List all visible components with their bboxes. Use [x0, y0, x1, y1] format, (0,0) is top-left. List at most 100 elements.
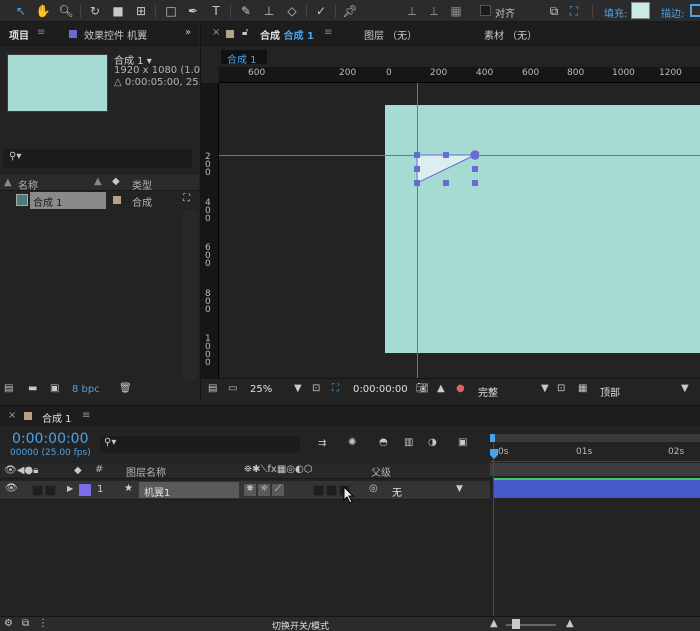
draft-3d-icon[interactable]: ✺ — [348, 437, 356, 448]
motion-blur-switch[interactable] — [313, 485, 324, 496]
in-out-pane-icon[interactable]: ⋮ — [38, 618, 48, 629]
layer-duration-bar[interactable] — [494, 478, 700, 498]
axis-view-icon[interactable]: ▦ — [448, 3, 464, 19]
show-snapshot-icon[interactable]: ▲ — [437, 383, 445, 394]
timeline-current-time[interactable]: 0:00:00:00 — [12, 431, 89, 447]
panel-menu-icon[interactable]: ≡ — [37, 27, 45, 38]
project-item-row[interactable]: 合成 1 合成 ⛶ — [0, 192, 199, 209]
col-type[interactable]: 类型 — [132, 177, 152, 192]
eraser-tool-icon[interactable]: ◇ — [284, 3, 300, 19]
time-graph[interactable]: 0s 01s 02s — [490, 431, 700, 631]
shy-layers-icon[interactable]: ◓ — [379, 437, 388, 448]
selection-tool-icon[interactable]: ↖ — [13, 3, 29, 19]
quality-switch-icon[interactable]: ⟋ — [272, 484, 284, 496]
parent-dropdown-arrow-icon[interactable]: ▼ — [456, 484, 463, 494]
toggle-switches-modes-button[interactable]: 切换开关/模式 — [272, 619, 329, 631]
time-navigator[interactable] — [490, 434, 700, 442]
time-ruler[interactable]: 0s 01s 02s — [490, 445, 700, 462]
layer-label-color[interactable] — [79, 484, 91, 496]
always-preview-icon[interactable]: ▤ — [208, 383, 217, 394]
graph-editor-icon[interactable]: ▣ — [458, 437, 467, 448]
tab-effect-controls[interactable]: 效果控件 机翼 — [84, 27, 147, 42]
new-comp-icon[interactable]: ▣ — [50, 383, 59, 394]
safe-zones-icon[interactable]: ⊡ — [312, 383, 320, 394]
camera-tool-icon[interactable]: ■ — [110, 3, 126, 19]
view-dropdown-arrow-icon[interactable]: ▼ — [681, 383, 689, 394]
comp-flowchart-icon[interactable]: ⇉ — [318, 438, 326, 449]
expand-arrow-icon[interactable]: ▶ — [67, 484, 73, 493]
pan-behind-tool-icon[interactable]: ⊞ — [133, 3, 149, 19]
rotate-tool-icon[interactable]: ↻ — [87, 3, 103, 19]
stroke-color-swatch[interactable] — [690, 4, 700, 17]
channel-icon[interactable]: ● — [456, 383, 465, 394]
comp-flow-breadcrumb[interactable]: 合成 1 — [221, 50, 267, 66]
lock-icon[interactable]: 🔓︎ — [242, 27, 248, 38]
label-tag-icon[interactable]: ◆ — [112, 176, 120, 187]
layer-switches-pane-icon[interactable]: ⚙ — [4, 618, 13, 629]
project-scrollbar[interactable] — [183, 210, 197, 380]
timeline-search-input[interactable]: ⚲▾ — [100, 436, 300, 453]
motion-blur-icon[interactable]: ◑ — [428, 437, 437, 448]
transparency-grid-icon[interactable]: ⛶ — [332, 383, 339, 394]
flowchart-icon[interactable]: ⛶ — [183, 193, 190, 204]
resolution-dropdown[interactable]: 完整 — [478, 384, 498, 399]
solo-toggle[interactable] — [45, 485, 56, 496]
brush-tool-icon[interactable]: ✎ — [238, 3, 254, 19]
parent-dropdown[interactable]: 无 — [392, 484, 402, 499]
collapse-switch-icon[interactable]: ☼ — [258, 484, 270, 496]
visibility-eye-icon[interactable]: 👁︎ — [5, 483, 18, 494]
tab-footage[interactable]: 素材 （无） — [484, 27, 537, 42]
hand-tool-icon[interactable]: ✋ — [35, 3, 51, 19]
pen-tool-icon[interactable]: ✒ — [185, 3, 201, 19]
checkerboard-icon[interactable]: ▦ — [578, 383, 587, 394]
project-search-input[interactable]: ⚲▾ — [3, 149, 192, 168]
label-color-icon[interactable] — [113, 196, 121, 204]
tab-project[interactable]: 项目 — [9, 27, 29, 42]
new-folder-icon[interactable]: ▬ — [28, 383, 37, 394]
resolution-dropdown-arrow-icon[interactable]: ▼ — [541, 383, 549, 394]
sort-icon[interactable]: ▲ — [94, 176, 102, 187]
trash-icon[interactable]: 🗑︎ — [119, 383, 132, 394]
axis-local-icon[interactable]: ⟂ — [404, 3, 420, 19]
comp-panel-menu-icon[interactable]: ≡ — [324, 27, 332, 38]
region-of-interest-icon[interactable]: ⊡ — [557, 383, 565, 394]
zoom-dropdown[interactable]: 25% — [250, 384, 272, 395]
rectangle-tool-icon[interactable]: □ — [163, 3, 179, 19]
close-icon[interactable]: × — [212, 27, 220, 38]
zoom-slider-thumb[interactable] — [512, 619, 520, 629]
work-area-bar[interactable] — [490, 463, 700, 476]
fill-color-swatch[interactable] — [631, 2, 650, 19]
shy-switch-icon[interactable]: ⛯ — [244, 484, 256, 496]
col-name[interactable]: 名称 — [18, 177, 38, 192]
zoom-out-icon[interactable]: ▲ — [490, 618, 498, 629]
monitor-icon[interactable]: ▭ — [228, 383, 237, 394]
more-tabs-icon[interactable]: » — [185, 27, 191, 38]
tab-composition[interactable]: 合成 合成 1 — [260, 27, 314, 42]
adjustment-switch[interactable] — [326, 485, 337, 496]
timeline-close-icon[interactable]: × — [8, 410, 16, 421]
vertical-guide[interactable] — [417, 83, 418, 378]
snap-target-icon[interactable]: ⛶ — [566, 3, 582, 19]
layer-name[interactable]: 机翼1 — [139, 482, 239, 499]
puppet-tool-icon[interactable]: 📌︎ — [342, 3, 358, 19]
roto-brush-tool-icon[interactable]: ✓ — [313, 3, 329, 19]
parent-pickwhip-icon[interactable]: ◎ — [369, 483, 378, 494]
text-tool-icon[interactable]: T — [208, 3, 224, 19]
frame-blending-icon[interactable]: ▥ — [404, 437, 413, 448]
view-dropdown[interactable]: 顶部 — [600, 384, 620, 399]
timeline-menu-icon[interactable]: ≡ — [82, 410, 90, 421]
layer-row[interactable]: 👁︎ ▶ 1 ★ 机翼1 ⛯ ☼ ⟋ ◎ 无 ▼ — [0, 481, 490, 500]
current-time-display[interactable]: 0:00:00:00 — [353, 384, 408, 395]
time-navigator-start[interactable] — [490, 434, 495, 442]
clone-stamp-tool-icon[interactable]: ⊥ — [261, 3, 277, 19]
axis-world-icon[interactable]: ⟂ — [426, 3, 442, 19]
zoom-in-icon[interactable]: ▲ — [566, 618, 574, 629]
tab-timeline-comp[interactable]: 合成 1 — [42, 410, 72, 425]
wing-shape-layer[interactable] — [409, 147, 479, 187]
tab-layer[interactable]: 图层 （无） — [364, 27, 417, 42]
snap-checkbox[interactable] — [480, 5, 491, 16]
modes-pane-icon[interactable]: ⧉ — [22, 618, 29, 629]
col-layer-name[interactable]: 图层名称 — [126, 464, 166, 479]
zoom-tool-icon[interactable]: 🔍︎ — [58, 3, 74, 19]
audio-toggle[interactable] — [32, 485, 43, 496]
